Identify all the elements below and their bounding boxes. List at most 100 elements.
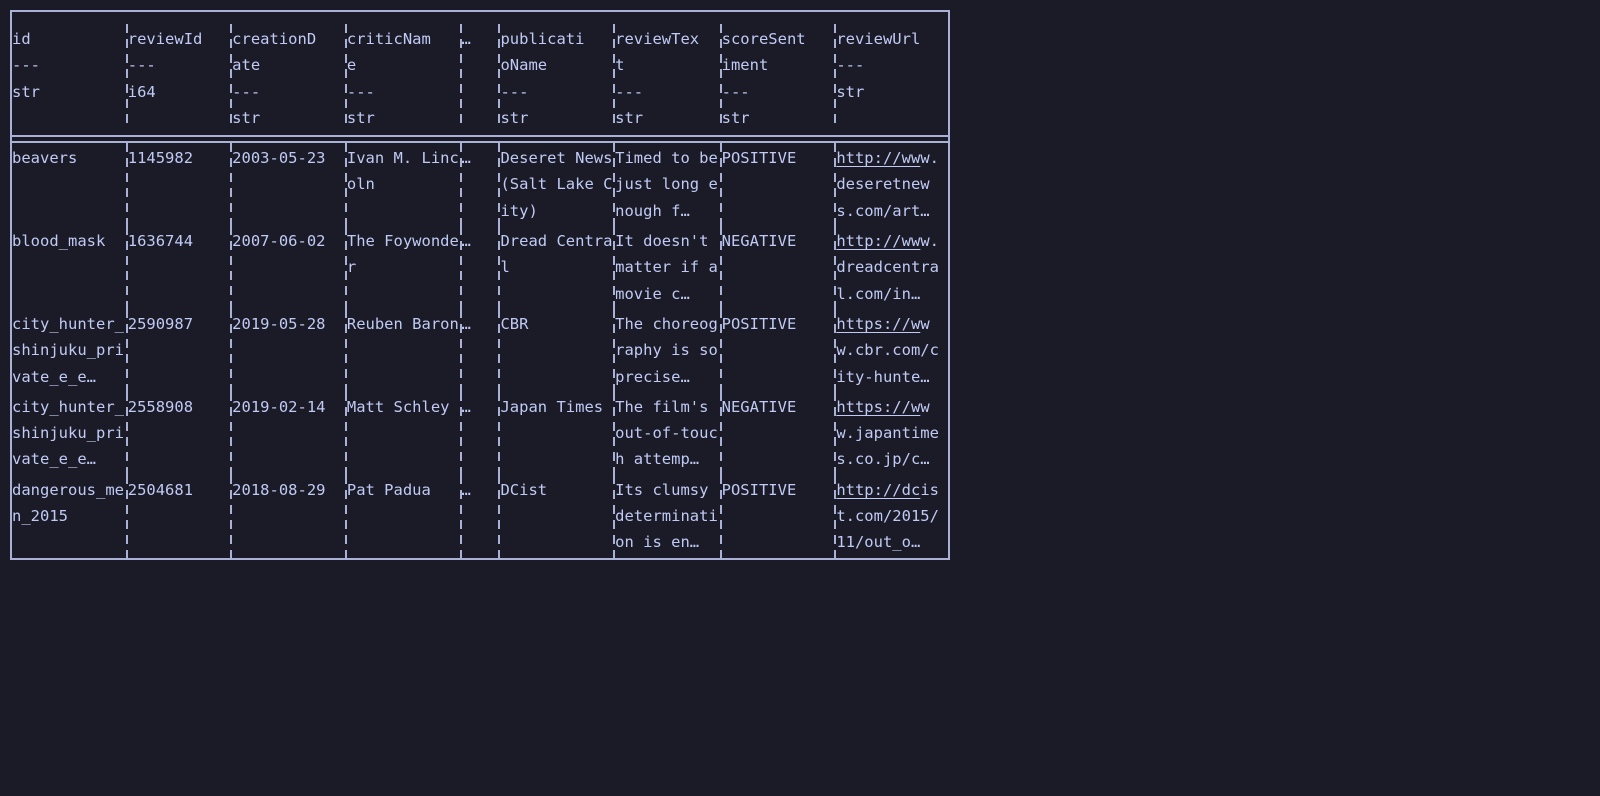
column-divider — [460, 475, 462, 559]
column-divider — [834, 226, 836, 309]
table-row: blood_mask16367442007-06-02The Foywonder… — [11, 226, 949, 309]
cell-id: beavers — [11, 143, 126, 226]
cell-reviewurl[interactable]: https://www.japantimes.co.jp/c… — [836, 392, 949, 475]
cell-reviewurl[interactable]: http://www.deseretnews.com/art… — [836, 143, 949, 226]
cell-reviewurl[interactable]: https://www.cbr.com/city-hunte… — [836, 309, 949, 392]
column-divider — [345, 309, 347, 392]
cell-reviewtext: It doesn't matter if a movie c… — [615, 226, 719, 309]
cell-publicationname: DCist — [500, 475, 613, 559]
column-divider — [230, 309, 232, 392]
cell-publicationname: CBR — [500, 309, 613, 392]
table-row: city_hunter_shinjuku_private_e_e…2590987… — [11, 309, 949, 392]
cell-criticname: Reuben Baron — [347, 309, 460, 392]
column-divider — [720, 475, 722, 559]
cell-reviewid: 2590987 — [128, 309, 230, 392]
review-url-link[interactable]: https://w — [836, 398, 920, 416]
cell-creationdate: 2019-05-28 — [232, 309, 345, 392]
column-divider — [345, 475, 347, 559]
cell-ellipsis: … — [462, 475, 499, 559]
column-divider — [230, 226, 232, 309]
cell-scoresentiment: POSITIVE — [722, 309, 835, 392]
cell-criticname: Pat Padua — [347, 475, 460, 559]
column-divider — [834, 475, 836, 559]
cell-ellipsis: … — [462, 143, 499, 226]
review-url-link[interactable]: http://ww — [836, 232, 920, 250]
cell-scoresentiment: POSITIVE — [722, 143, 835, 226]
cell-criticname: The Foywonder — [347, 226, 460, 309]
header-separator-rule — [11, 135, 949, 143]
column-divider — [460, 226, 462, 309]
review-url-link[interactable]: http://ww — [836, 149, 920, 167]
cell-reviewtext: Its clumsy determination is en… — [615, 475, 719, 559]
cell-ellipsis: … — [462, 392, 499, 475]
table-row: dangerous_men_201525046812018-08-29Pat P… — [11, 475, 949, 559]
cell-creationdate: 2007-06-02 — [232, 226, 345, 309]
cell-scoresentiment: NEGATIVE — [722, 226, 835, 309]
column-header-id: id --- str — [11, 11, 126, 135]
column-header-publicationname: publicati oName --- str — [500, 11, 613, 135]
column-divider — [345, 11, 347, 135]
column-divider — [126, 143, 128, 226]
cell-reviewid: 2558908 — [128, 392, 230, 475]
review-url-link[interactable]: http://dc — [836, 481, 920, 499]
cell-reviewtext: Timed to be just long enough f… — [615, 143, 719, 226]
column-divider — [613, 475, 615, 559]
column-divider — [126, 392, 128, 475]
column-divider — [613, 143, 615, 226]
cell-ellipsis: … — [462, 226, 499, 309]
table-row: beavers11459822003-05-23Ivan M. Lincoln…… — [11, 143, 949, 226]
column-divider — [460, 11, 462, 135]
column-divider — [230, 11, 232, 135]
cell-criticname: Ivan M. Lincoln — [347, 143, 460, 226]
column-divider — [126, 11, 128, 135]
cell-publicationname: Deseret News (Salt Lake City) — [500, 143, 613, 226]
column-header-reviewid: reviewId --- i64 — [128, 11, 230, 135]
cell-publicationname: Japan Times — [500, 392, 613, 475]
column-divider — [498, 475, 500, 559]
column-divider — [834, 392, 836, 475]
cell-id: city_hunter_shinjuku_private_e_e… — [11, 309, 126, 392]
column-divider — [498, 309, 500, 392]
column-divider — [834, 309, 836, 392]
cell-creationdate: 2018-08-29 — [232, 475, 345, 559]
column-divider — [126, 309, 128, 392]
cell-creationdate: 2003-05-23 — [232, 143, 345, 226]
column-divider — [498, 143, 500, 226]
column-divider — [460, 143, 462, 226]
column-divider — [498, 392, 500, 475]
cell-reviewid: 2504681 — [128, 475, 230, 559]
column-header-creationdate: creationD ate --- str — [232, 11, 345, 135]
column-divider — [720, 392, 722, 475]
dataframe-output: id --- str reviewId --- i64 creationD at… — [10, 10, 950, 560]
column-divider — [498, 226, 500, 309]
column-divider — [345, 143, 347, 226]
cell-reviewid: 1145982 — [128, 143, 230, 226]
table-row: city_hunter_shinjuku_private_e_e…2558908… — [11, 392, 949, 475]
table-body: beavers11459822003-05-23Ivan M. Lincoln…… — [11, 143, 949, 558]
column-divider — [230, 143, 232, 226]
column-divider — [834, 143, 836, 226]
dataframe-table: id --- str reviewId --- i64 creationD at… — [10, 10, 950, 560]
cell-reviewtext: The choreography is so precise… — [615, 309, 719, 392]
column-divider — [345, 226, 347, 309]
cell-scoresentiment: NEGATIVE — [722, 392, 835, 475]
cell-publicationname: Dread Central — [500, 226, 613, 309]
cell-creationdate: 2019-02-14 — [232, 392, 345, 475]
terminal-screen: id --- str reviewId --- i64 creationD at… — [0, 0, 1600, 796]
column-divider — [613, 392, 615, 475]
cell-reviewurl[interactable]: http://www.dreadcentral.com/in… — [836, 226, 949, 309]
column-divider — [126, 475, 128, 559]
column-divider — [460, 392, 462, 475]
column-divider — [230, 475, 232, 559]
cell-scoresentiment: POSITIVE — [722, 475, 835, 559]
column-divider — [230, 392, 232, 475]
column-header-reviewurl: reviewUrl --- str — [836, 11, 949, 135]
cell-id: dangerous_men_2015 — [11, 475, 126, 559]
column-divider — [720, 143, 722, 226]
column-divider — [720, 309, 722, 392]
column-header-scoresentiment: scoreSent iment --- str — [722, 11, 835, 135]
cell-reviewurl[interactable]: http://dcist.com/2015/11/out_o… — [836, 475, 949, 559]
review-url-link[interactable]: https://w — [836, 315, 920, 333]
column-header-reviewtext: reviewTex t --- str — [615, 11, 719, 135]
cell-criticname: Matt Schley — [347, 392, 460, 475]
